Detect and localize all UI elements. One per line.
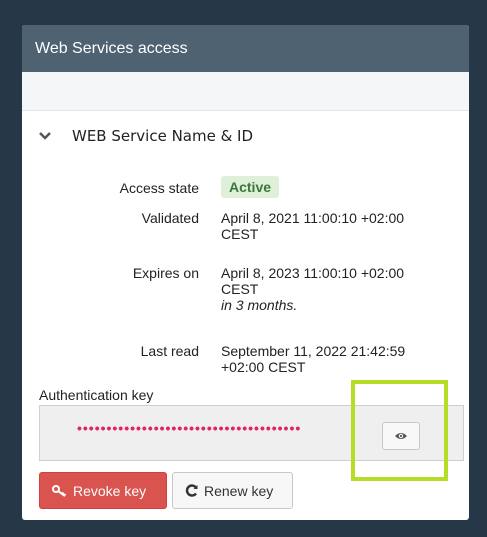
expires-date: April 8, 2023 11:00:10 +02:00 (221, 265, 405, 281)
section-title: WEB Service Name & ID (72, 127, 254, 145)
validated-label: Validated (141, 210, 199, 226)
last-read-date: September 11, 2022 21:42:59 (221, 343, 406, 359)
last-read-timezone: +02:00 CEST (221, 359, 306, 375)
panel-header: Web Services access (22, 25, 469, 72)
key-icon (52, 484, 67, 497)
validated-timezone: CEST (221, 226, 259, 242)
web-services-panel: Web Services access WEB Service Name & I… (22, 25, 469, 520)
panel-title: Web Services access (35, 40, 188, 57)
access-state-label: Access state (119, 180, 199, 196)
revoke-key-label: Revoke key (73, 482, 147, 499)
highlight-annotation-box (351, 380, 448, 481)
status-badge: Active (221, 176, 280, 198)
expires-timezone: CEST (221, 281, 259, 297)
chevron-down-icon[interactable] (38, 129, 52, 143)
masked-key-value[interactable]: •••••••••••••••••••••••••••••••••••••• (77, 420, 301, 436)
revoke-key-button[interactable]: Revoke key (39, 472, 167, 509)
validated-date: April 8, 2021 11:00:10 +02:00 (221, 210, 405, 226)
expires-relative: in 3 months. (221, 297, 298, 313)
authentication-key-label: Authentication key (39, 387, 154, 403)
renew-key-button[interactable]: Renew key (172, 472, 293, 509)
section-header[interactable]: WEB Service Name & ID (38, 127, 253, 145)
renew-key-label: Renew key (204, 482, 274, 499)
panel-toolbar-strip (22, 72, 469, 111)
refresh-icon (185, 484, 198, 497)
expires-label: Expires on (132, 265, 199, 281)
last-read-label: Last read (140, 343, 199, 359)
